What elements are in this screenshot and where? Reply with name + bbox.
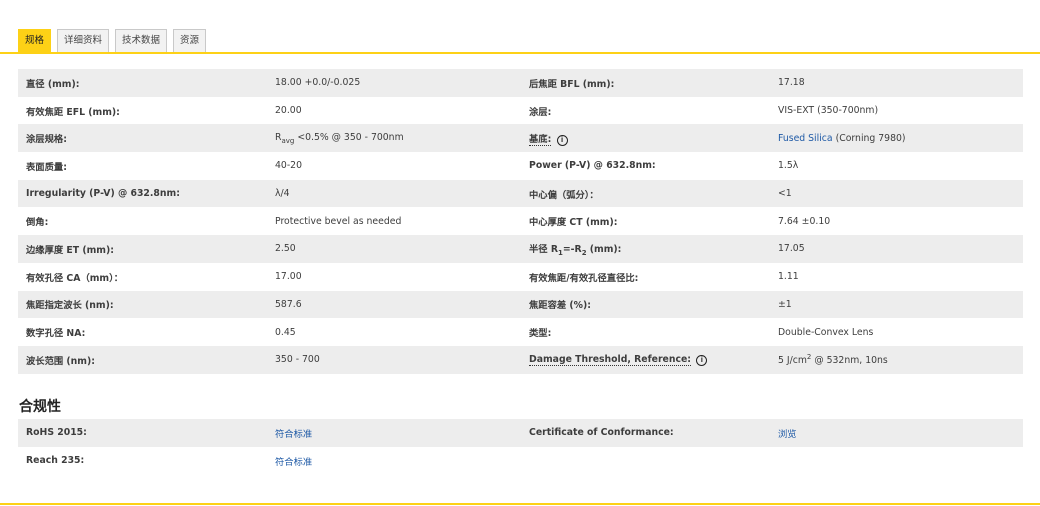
compliance-value: 符合标准 xyxy=(267,419,521,447)
spec-label: 倒角: xyxy=(26,217,49,229)
spec-label: 边缘厚度 ET (mm): xyxy=(18,235,267,263)
tab-specs[interactable]: 规格 xyxy=(18,29,52,53)
spec-value: 17.18 xyxy=(770,69,1023,97)
spec-label: 中心厚度 CT (mm): xyxy=(529,217,618,229)
spec-value: 587.6 xyxy=(267,290,521,319)
table-row: RoHS 2015: 符合标准 Certificate of Conforman… xyxy=(18,419,1023,447)
spec-value: <1 xyxy=(770,179,1023,208)
ravg-subscript: avg xyxy=(281,136,295,145)
spec-value: 40-20 xyxy=(275,160,303,172)
compliance-label xyxy=(521,447,770,475)
tab-technical-data[interactable]: 技术数据 xyxy=(115,29,168,53)
tab-bar: 规格 详细资料 技术数据 资源 xyxy=(18,29,207,53)
fused-silica-link[interactable]: Fused Silica xyxy=(778,133,833,144)
table-row: 倒角: Protective bevel as needed 中心厚度 CT (… xyxy=(18,207,1023,235)
table-row: 边缘厚度 ET (mm): 2.50 半径 R1=-R2 (mm): 17.05 xyxy=(18,235,1023,263)
damage-value: 5 J/cm xyxy=(778,355,807,367)
substrate-detail: (Corning 7980) xyxy=(832,132,906,144)
spec-label: 有效孔径 CA（mm）： xyxy=(26,272,124,284)
spec-value: 350 - 700 xyxy=(267,345,521,374)
spec-label: 半径 R1=-R2 (mm): xyxy=(521,235,770,263)
damage-threshold-label[interactable]: Damage Threshold, Reference: xyxy=(529,353,692,366)
spec-label: Power (P-V) @ 632.8nm: xyxy=(529,160,656,172)
spec-label: 焦距容差 (%): xyxy=(521,290,770,319)
compliance-label: Certificate of Conformance: xyxy=(521,419,770,447)
spec-value: 0.45 xyxy=(275,326,296,338)
certificate-view-link[interactable]: 浏览 xyxy=(778,429,797,440)
compliance-value: 符合标准 xyxy=(267,447,521,475)
spec-label: 基底: i xyxy=(521,124,770,153)
spec-label: 表面质量: xyxy=(26,161,67,173)
compliance-value: 浏览 xyxy=(770,419,1023,447)
table-row: 有效焦距 EFL (mm): 20.00 涂层: VIS-EXT (350-70… xyxy=(18,97,1023,125)
compliance-label: RoHS 2015: xyxy=(18,419,267,447)
specs-table: 直径 (mm): 18.00 +0.0/-0.025 后焦距 BFL (mm):… xyxy=(18,69,1023,374)
spec-label: 涂层: xyxy=(529,106,552,118)
spec-value: Ravg <0.5% @ 350 - 700nm xyxy=(267,124,521,153)
bottom-divider xyxy=(0,503,1040,505)
table-row: Reach 235: 符合标准 xyxy=(18,447,1023,475)
spec-value: VIS-EXT (350-700nm) xyxy=(778,105,879,117)
table-row: 焦距指定波长 (nm): 587.6 焦距容差 (%): ±1 xyxy=(18,290,1023,319)
tab-resources[interactable]: 资源 xyxy=(173,29,207,53)
spec-value: 20.00 xyxy=(275,105,302,117)
radius-unit: (mm): xyxy=(586,244,622,256)
table-row: 直径 (mm): 18.00 +0.0/-0.025 后焦距 BFL (mm):… xyxy=(18,69,1023,97)
spec-label: Damage Threshold, Reference: i xyxy=(521,345,770,374)
spec-value: Double-Convex Lens xyxy=(778,326,874,338)
spec-value: λ/4 xyxy=(267,179,521,208)
spec-value: 17.00 xyxy=(275,271,302,283)
spec-label: 数字孔径 NA: xyxy=(26,328,86,340)
spec-label: 类型: xyxy=(529,328,552,340)
table-row: 数字孔径 NA: 0.45 类型: Double-Convex Lens xyxy=(18,318,1023,346)
compliance-title: 合规性 xyxy=(19,399,61,415)
table-row: Irregularity (P-V) @ 632.8nm: λ/4 中心偏（弧分… xyxy=(18,179,1023,208)
damage-detail: @ 532nm, 10ns xyxy=(811,355,888,367)
spec-value: 17.05 xyxy=(770,235,1023,263)
spec-label: 有效焦距/有效孔径直径比: xyxy=(529,272,639,284)
spec-value: ±1 xyxy=(770,290,1023,319)
spec-label: 波长范围 (nm): xyxy=(18,345,267,374)
spec-label: 中心偏（弧分）： xyxy=(521,179,770,208)
compliance-value xyxy=(770,447,1023,475)
spec-label: 后焦距 BFL (mm): xyxy=(521,69,770,97)
info-icon[interactable]: i xyxy=(696,354,708,366)
spec-value: 18.00 +0.0/-0.025 xyxy=(267,69,521,97)
spec-label: 焦距指定波长 (nm): xyxy=(18,290,267,319)
spec-value: Protective bevel as needed xyxy=(275,215,402,227)
spec-label: 有效焦距 EFL (mm): xyxy=(26,106,120,118)
substrate-label[interactable]: 基底: xyxy=(529,133,552,146)
spec-value: 2.50 xyxy=(267,235,521,263)
spec-value: 1.11 xyxy=(778,271,799,283)
tab-underline xyxy=(0,52,1040,54)
spec-label: 涂层规格: xyxy=(18,124,267,153)
table-row: 表面质量: 40-20 Power (P-V) @ 632.8nm: 1.5λ xyxy=(18,152,1023,180)
compliance-label: Reach 235: xyxy=(26,455,85,467)
radius-mid: =-R xyxy=(562,244,582,256)
spec-label: Irregularity (P-V) @ 632.8nm: xyxy=(18,179,267,208)
reach-link[interactable]: 符合标准 xyxy=(275,457,312,468)
spec-label: 直径 (mm): xyxy=(18,69,267,97)
tab-details[interactable]: 详细资料 xyxy=(57,29,110,53)
radius-label: 半径 R xyxy=(529,244,558,256)
ravg-text: <0.5% @ 350 - 700nm xyxy=(294,131,404,143)
table-row: 涂层规格: Ravg <0.5% @ 350 - 700nm 基底: i Fus… xyxy=(18,124,1023,153)
rohs-link[interactable]: 符合标准 xyxy=(275,429,312,440)
table-row: 有效孔径 CA（mm）： 17.00 有效焦距/有效孔径直径比: 1.11 xyxy=(18,263,1023,291)
info-icon[interactable]: i xyxy=(556,134,568,146)
spec-value: 7.64 ±0.10 xyxy=(778,215,831,227)
table-row: 波长范围 (nm): 350 - 700 Damage Threshold, R… xyxy=(18,345,1023,374)
spec-value: 5 J/cm2 @ 532nm, 10ns xyxy=(770,345,1023,374)
spec-value: 1.5λ xyxy=(778,160,799,172)
spec-value: Fused Silica (Corning 7980) xyxy=(770,124,1023,153)
compliance-table: RoHS 2015: 符合标准 Certificate of Conforman… xyxy=(18,419,1023,474)
